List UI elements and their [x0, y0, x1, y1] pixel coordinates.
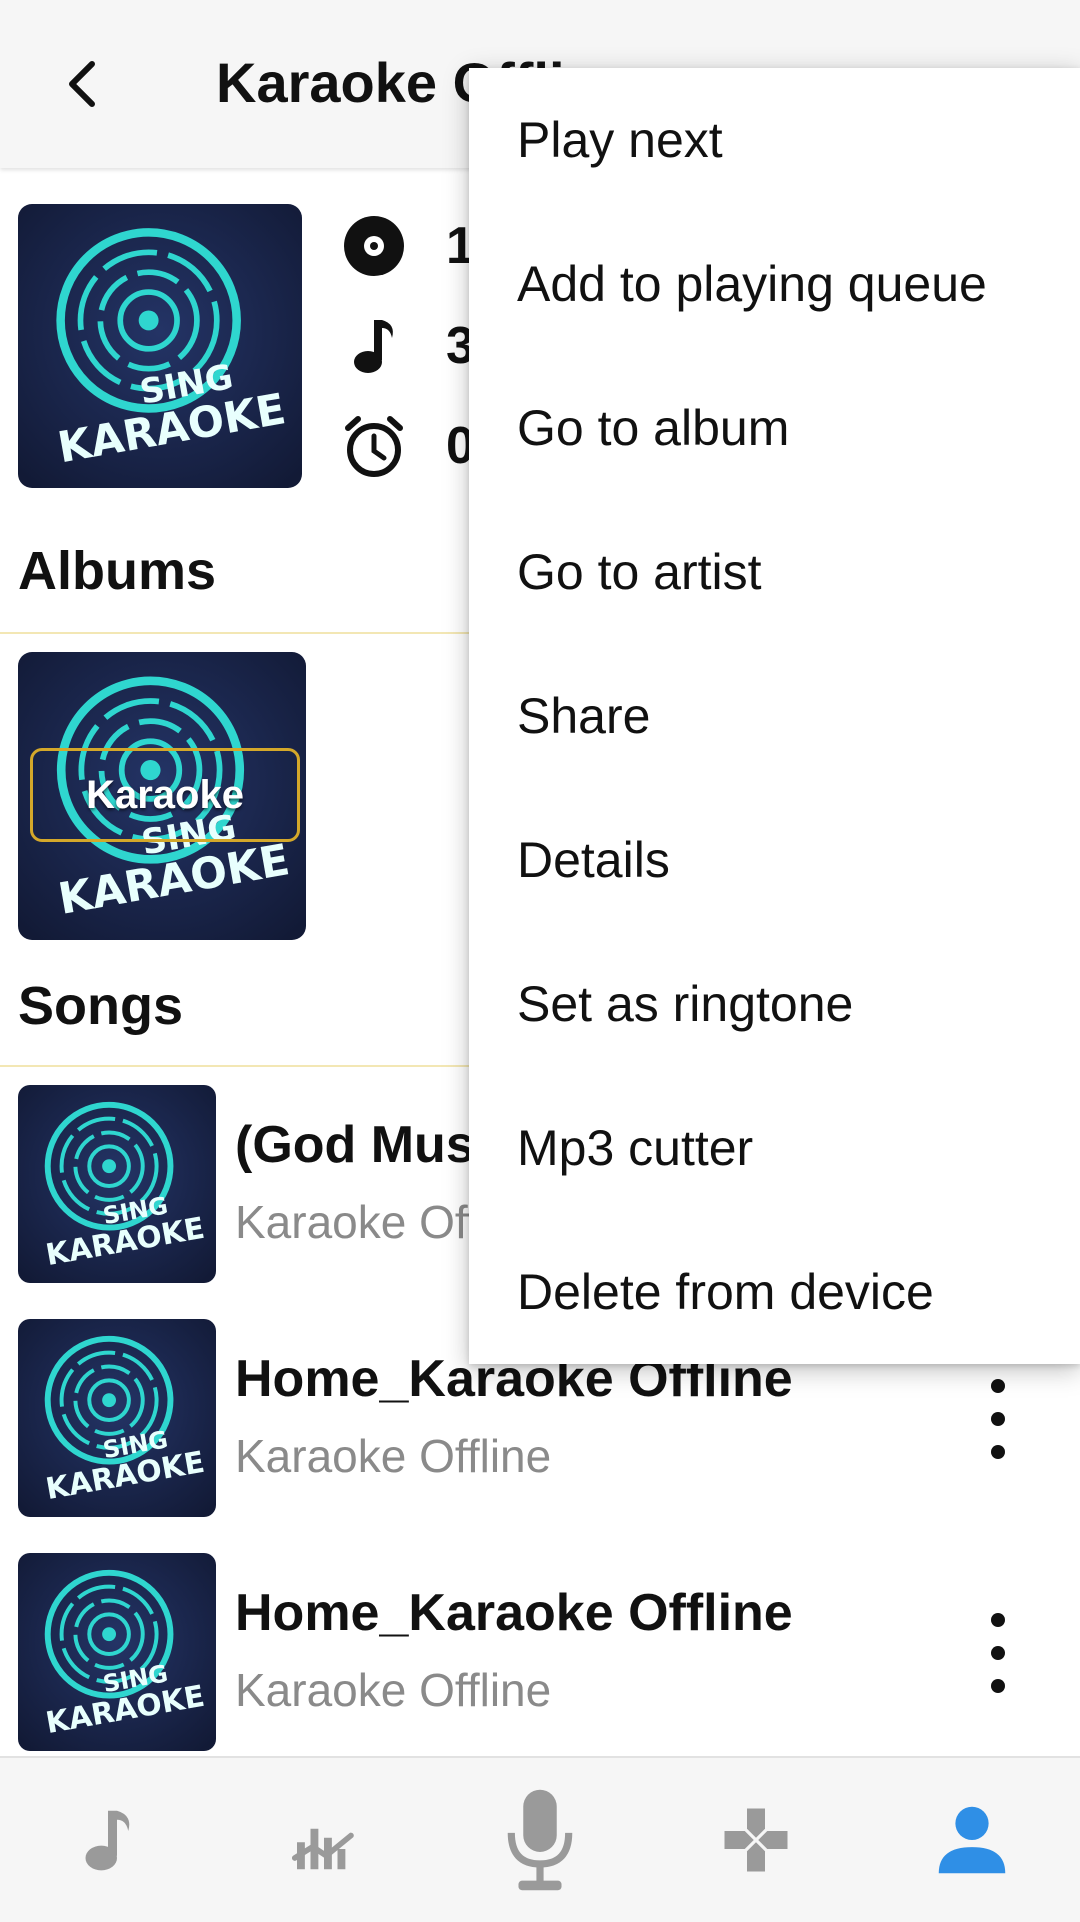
bottom-nav — [0, 1756, 1080, 1922]
profile-icon — [938, 1806, 1006, 1874]
menu-item-go-to-artist[interactable]: Go to artist — [469, 500, 1080, 644]
song-row[interactable]: SING KARAOKE Home_Karaoke Offline Karaok… — [0, 1553, 1080, 1753]
menu-item-play-next[interactable]: Play next — [469, 68, 1080, 212]
music-note-icon — [85, 1810, 130, 1871]
context-menu: Play next Add to playing queue Go to alb… — [469, 68, 1080, 1364]
songs-section-title: Songs — [18, 976, 184, 1036]
nav-games[interactable] — [696, 1780, 816, 1900]
artist-artwork: SING KARAOKE — [18, 204, 302, 488]
menu-item-set-ringtone[interactable]: Set as ringtone — [469, 932, 1080, 1076]
alarm-clock-icon — [342, 414, 406, 478]
menu-item-go-to-album[interactable]: Go to album — [469, 356, 1080, 500]
gamepad-icon — [724, 1808, 788, 1872]
stat-albums: 1 — [342, 210, 475, 282]
stat-duration: 0 — [342, 410, 475, 482]
song-artist: Karaoke Offline — [235, 1664, 552, 1716]
chart-icon — [291, 1828, 354, 1870]
disc-icon — [342, 214, 406, 278]
nav-songs[interactable] — [48, 1780, 168, 1900]
back-button[interactable] — [48, 48, 120, 120]
menu-item-details[interactable]: Details — [469, 788, 1080, 932]
song-artwork: SING KARAOKE — [18, 1319, 216, 1517]
microphone-icon — [507, 1789, 573, 1891]
menu-item-mp3-cutter[interactable]: Mp3 cutter — [469, 1076, 1080, 1220]
chevron-left-icon — [69, 61, 95, 107]
stat-songs: 3 — [342, 310, 475, 382]
nav-profile[interactable] — [912, 1780, 1032, 1900]
menu-item-delete[interactable]: Delete from device — [469, 1220, 1080, 1364]
nav-karaoke[interactable] — [480, 1780, 600, 1900]
song-artwork: SING KARAOKE — [18, 1085, 216, 1283]
menu-item-share[interactable]: Share — [469, 644, 1080, 788]
song-title: Home_Karaoke Offline — [235, 1584, 793, 1642]
album-tile[interactable]: SING KARAOKE Karaoke — [18, 652, 306, 940]
more-options-button[interactable] — [968, 1379, 1028, 1459]
song-artist: Karaoke Offline — [235, 1430, 552, 1482]
menu-item-add-to-queue[interactable]: Add to playing queue — [469, 212, 1080, 356]
albums-section-title: Albums — [18, 541, 217, 601]
music-note-icon — [342, 314, 406, 378]
more-options-button[interactable] — [968, 1613, 1028, 1693]
song-artwork: SING KARAOKE — [18, 1553, 216, 1751]
album-label: Karaoke — [30, 748, 300, 842]
nav-charts[interactable] — [264, 1780, 384, 1900]
